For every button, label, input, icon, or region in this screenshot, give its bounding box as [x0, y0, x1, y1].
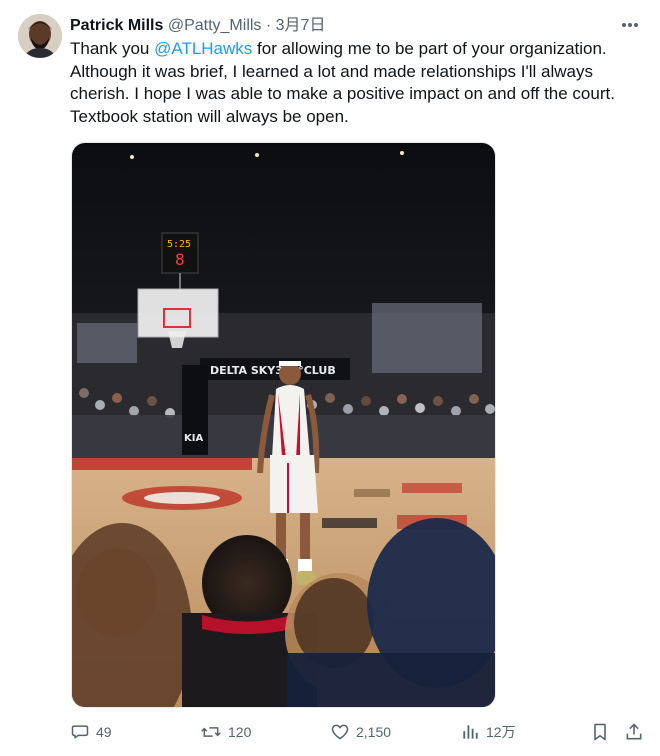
author-handle[interactable]: @Patty_Mills	[168, 17, 262, 34]
avatar-image	[18, 14, 62, 58]
sponsor-logo: KIA	[184, 433, 203, 444]
separator: ·	[265, 17, 272, 34]
bookmark-icon	[590, 722, 610, 742]
tweet-header: Patrick Mills @Patty_Mills · 3月7日	[70, 15, 325, 37]
reply-count: 49	[96, 724, 112, 740]
views-icon	[460, 722, 480, 742]
post-date[interactable]: 3月7日	[276, 17, 326, 34]
tweet-actions: 49 120 2,150 12万	[70, 718, 650, 746]
views-button[interactable]: 12万	[460, 720, 516, 744]
repost-button[interactable]: 120	[200, 720, 251, 744]
share-button[interactable]	[624, 720, 644, 744]
reply-button[interactable]: 49	[70, 720, 112, 744]
avatar[interactable]	[18, 14, 62, 58]
media-photo[interactable]: DELTA SKY360°CLUB 5:25 8 KIA	[71, 142, 496, 708]
more-options-button[interactable]	[618, 14, 642, 36]
shot-clock: 8	[175, 250, 185, 269]
arena-banner: DELTA SKY360°CLUB	[210, 364, 336, 377]
repost-count: 120	[228, 724, 252, 740]
tweet-text: Thank you @ATLHawks for allowing me to b…	[70, 38, 640, 128]
repost-icon	[200, 722, 222, 742]
views-count: 12万	[486, 724, 516, 740]
like-button[interactable]: 2,150	[330, 720, 391, 744]
game-clock: 5:25	[167, 239, 191, 250]
tweet-text-part1: Thank you	[70, 39, 155, 58]
more-icon	[622, 23, 638, 27]
heart-icon	[330, 722, 350, 742]
author-name[interactable]: Patrick Mills	[70, 17, 163, 34]
tweet: Patrick Mills @Patty_Mills · 3月7日 Thank …	[0, 0, 660, 756]
share-icon	[624, 722, 644, 742]
reply-icon	[70, 722, 90, 742]
like-count: 2,150	[356, 724, 392, 740]
mention-link[interactable]: @ATLHawks	[154, 39, 252, 58]
bookmark-button[interactable]	[590, 720, 610, 744]
